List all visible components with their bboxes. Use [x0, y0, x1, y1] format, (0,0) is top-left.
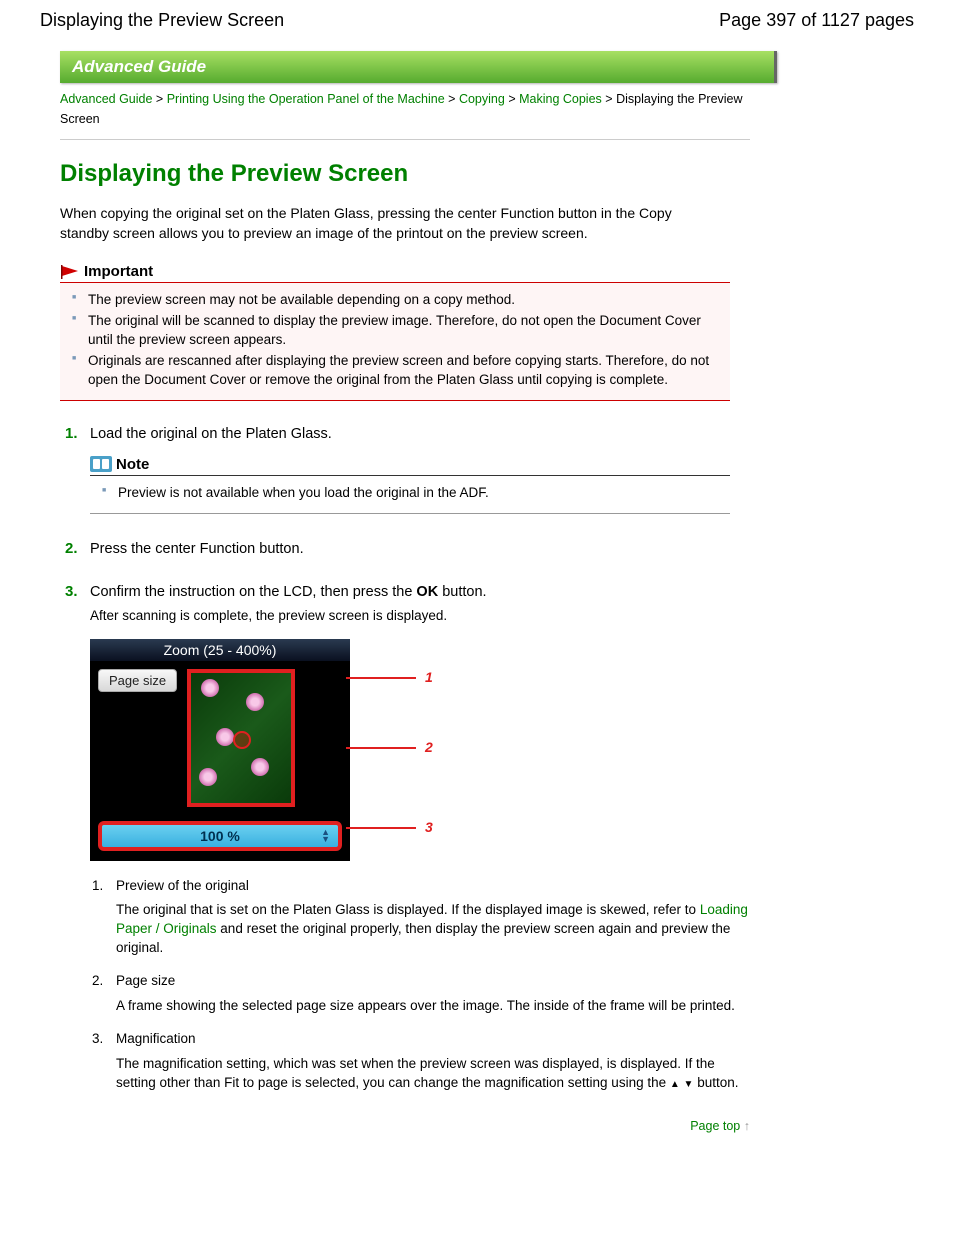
triangle-up-icon — [670, 1075, 680, 1090]
lcd-zoom-title: Zoom (25 - 400%) — [90, 639, 350, 661]
important-label: Important — [84, 263, 153, 280]
breadcrumb-link[interactable]: Making Copies — [519, 92, 602, 106]
important-item: The preview screen may not be available … — [70, 291, 720, 310]
sublist-desc: The original that is set on the Platen G… — [116, 901, 750, 958]
sublist-title: Magnification — [116, 1030, 750, 1049]
sublist-title: Page size — [116, 972, 750, 991]
important-callout: Important The preview screen may not be … — [60, 263, 730, 400]
sublist-item: 2. Page size A frame showing the selecte… — [90, 972, 750, 1016]
lcd-preview-image — [187, 669, 295, 807]
lcd-zoom-bar: 100 % ▲▼ — [98, 821, 342, 851]
callout-line — [346, 747, 416, 749]
breadcrumb-sep: > — [156, 92, 163, 106]
breadcrumb-link[interactable]: Copying — [459, 92, 505, 106]
header-title: Displaying the Preview Screen — [40, 10, 284, 31]
step-text: Confirm the instruction on the LCD, then… — [90, 584, 487, 600]
sublist-number: 2. — [92, 972, 103, 991]
step-number: 1. — [65, 425, 78, 442]
sublist-desc-part: The original that is set on the Platen G… — [116, 902, 700, 917]
sublist-desc: A frame showing the selected page size a… — [116, 997, 750, 1016]
note-label: Note — [116, 456, 149, 473]
important-item: The original will be scanned to display … — [70, 312, 720, 350]
step-text: Press the center Function button. — [90, 541, 304, 557]
page-top-link[interactable]: Page top — [690, 1119, 740, 1133]
lcd-figure: Zoom (25 - 400%) Page size 100 % ▲▼ — [90, 639, 450, 861]
step-number: 2. — [65, 540, 78, 557]
sublist-desc-part: The magnification setting, which was set… — [116, 1056, 715, 1090]
note-callout: Note Preview is not available when you l… — [90, 456, 730, 514]
note-item: Preview is not available when you load t… — [100, 484, 720, 503]
sublist-desc-part: button. — [697, 1075, 738, 1090]
sublist-item: 1. Preview of the original The original … — [90, 877, 750, 959]
sublist-item: 3. Magnification The magnification setti… — [90, 1030, 750, 1093]
callout-line — [346, 677, 416, 679]
lcd-zoom-value: 100 % — [200, 828, 240, 844]
note-icon — [90, 456, 112, 472]
breadcrumb-sep: > — [448, 92, 455, 106]
step-text-part: button. — [438, 584, 486, 600]
page-header: Displaying the Preview Screen Page 397 o… — [40, 10, 914, 31]
lcd-center-marker — [233, 731, 251, 749]
breadcrumb: Advanced Guide > Printing Using the Oper… — [60, 89, 750, 129]
flag-icon — [60, 264, 80, 280]
arrow-up-icon: ↑ — [744, 1119, 750, 1133]
lcd-page-size-button: Page size — [98, 669, 177, 692]
callout-line — [346, 827, 416, 829]
step-3: 3. Confirm the instruction on the LCD, t… — [60, 583, 740, 1093]
sublist-desc: The magnification setting, which was set… — [116, 1055, 750, 1093]
divider — [60, 139, 750, 140]
page-top-link-wrap: Page top ↑ — [60, 1119, 750, 1133]
sublist-number: 1. — [92, 877, 103, 896]
header-page-info: Page 397 of 1127 pages — [719, 10, 914, 31]
lcd-zoom-arrows-icon: ▲▼ — [321, 829, 330, 843]
important-item: Originals are rescanned after displaying… — [70, 352, 720, 390]
advanced-guide-banner: Advanced Guide — [60, 51, 777, 83]
breadcrumb-sep: > — [605, 92, 612, 106]
sublist-number: 3. — [92, 1030, 103, 1049]
callout-number: 1 — [425, 669, 433, 685]
sublist-title: Preview of the original — [116, 877, 750, 896]
step-text-part: Confirm the instruction on the LCD, then… — [90, 584, 416, 600]
breadcrumb-link[interactable]: Printing Using the Operation Panel of th… — [167, 92, 445, 106]
step-text: Load the original on the Platen Glass. — [90, 426, 332, 442]
step-1: 1. Load the original on the Platen Glass… — [60, 425, 740, 514]
step-number: 3. — [65, 583, 78, 600]
ok-label: OK — [416, 584, 438, 600]
intro-paragraph: When copying the original set on the Pla… — [60, 204, 720, 243]
page-title: Displaying the Preview Screen — [60, 160, 914, 188]
callout-number: 2 — [425, 739, 433, 755]
triangle-down-icon — [684, 1075, 694, 1090]
step-2: 2. Press the center Function button. — [60, 540, 740, 557]
breadcrumb-link[interactable]: Advanced Guide — [60, 92, 152, 106]
step-subtext: After scanning is complete, the preview … — [90, 608, 740, 623]
callout-number: 3 — [425, 819, 433, 835]
breadcrumb-sep: > — [508, 92, 515, 106]
